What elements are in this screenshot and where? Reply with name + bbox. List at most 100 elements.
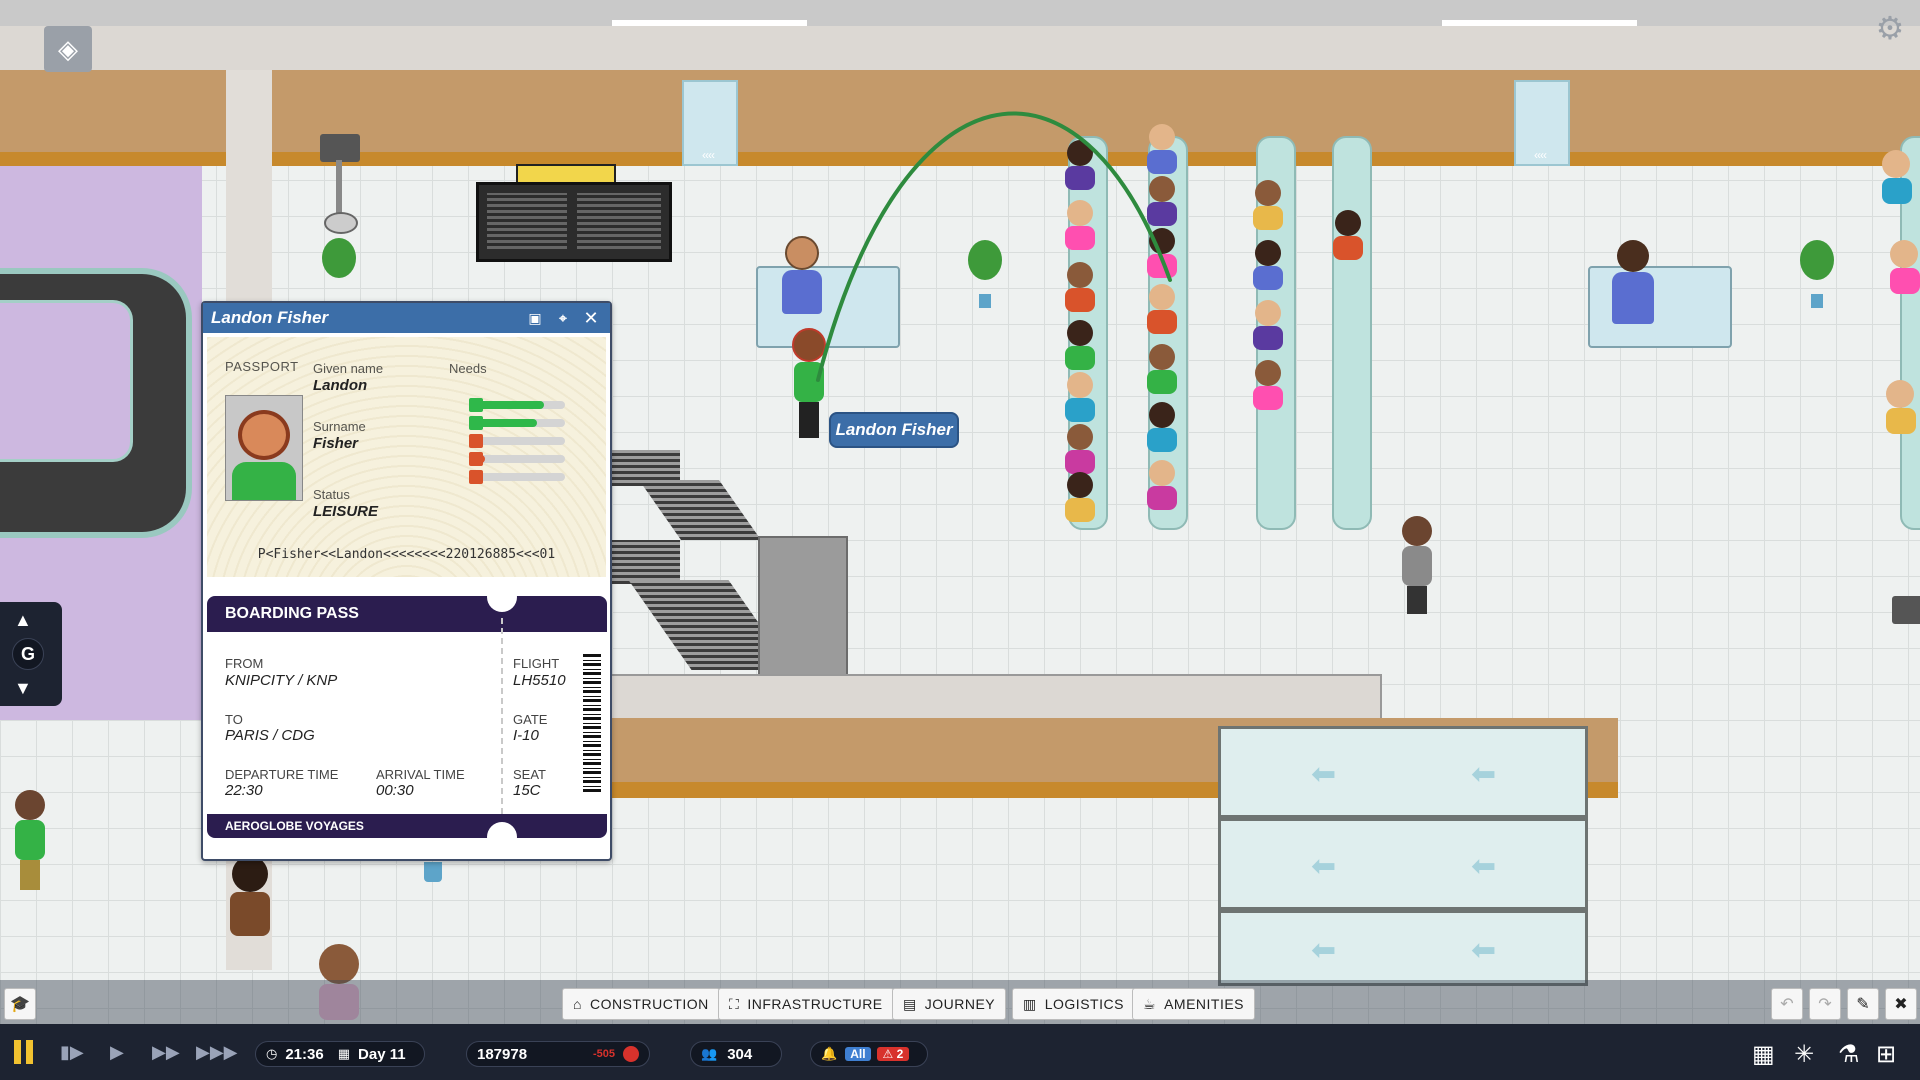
clock-pill[interactable]: ◷ 21:36 ▦ Day 11 xyxy=(255,1041,425,1067)
airline-name: AEROGLOBE VOYAGES xyxy=(207,814,607,838)
calendar-icon: ▦ xyxy=(337,1046,351,1061)
arrival-value: 00:30 xyxy=(376,782,414,799)
play-speed-2-icon[interactable]: ▶▶ xyxy=(152,1042,180,1063)
moving-walkway[interactable]: ⬅ ⬅ xyxy=(1218,818,1588,910)
floor-selector: ▲ G ▼ xyxy=(0,602,62,706)
need-icon xyxy=(469,452,483,466)
need-bar xyxy=(469,398,565,412)
category-button-amenities[interactable]: ☕ AMENITIES xyxy=(1132,988,1256,1020)
moving-walkway[interactable]: ⬅ ⬅ xyxy=(1218,910,1588,986)
category-label: LOGISTICS xyxy=(1044,996,1124,1012)
ticket-notch xyxy=(487,582,517,612)
given-name-label: Given name xyxy=(313,361,384,376)
notification-filter[interactable]: All xyxy=(845,1047,871,1061)
play-speed-3-icon[interactable]: ▶▶▶ xyxy=(196,1042,238,1063)
passport-label: PASSPORT xyxy=(225,359,299,374)
crane-icon: ⌂ xyxy=(573,996,582,1012)
demolish-icon[interactable]: ✖ xyxy=(1885,988,1917,1020)
category-label: INFRASTRUCTURE xyxy=(747,996,883,1012)
stairs[interactable] xyxy=(610,540,680,584)
current-floor-label[interactable]: G xyxy=(12,638,44,670)
passengers-pill[interactable]: 👥 304 xyxy=(690,1041,782,1067)
money-delta: -505 xyxy=(592,1048,615,1060)
passenger-name-tag[interactable]: Landon Fisher xyxy=(829,412,959,448)
need-bar xyxy=(469,452,565,466)
departure-label: DEPARTURE TIME xyxy=(225,767,339,782)
passport-photo xyxy=(225,395,303,501)
flight-label: FLIGHT xyxy=(513,656,560,671)
passenger-info-panel: Landon Fisher ▣ ⌖ ✕ PASSPORT Given name … xyxy=(201,301,612,861)
category-button-logistics[interactable]: ▥ LOGISTICS xyxy=(1012,988,1135,1020)
redo-icon[interactable]: ↷ xyxy=(1809,988,1841,1020)
category-label: JOURNEY xyxy=(924,996,996,1012)
stair-landing xyxy=(758,536,848,676)
category-label: AMENITIES xyxy=(1164,996,1245,1012)
passenger-count: 304 xyxy=(727,1045,753,1063)
from-value: KNIPCITY / KNP xyxy=(225,672,338,689)
flight-value: LH5510 xyxy=(513,672,566,689)
need-bar xyxy=(469,416,565,430)
barcode-icon xyxy=(583,652,601,792)
close-icon[interactable]: ✕ xyxy=(580,307,602,329)
alert-count-badge[interactable]: ⚠ 2 xyxy=(876,1047,910,1061)
play-speed-1-icon[interactable]: ▶ xyxy=(110,1042,124,1063)
to-label: TO xyxy=(225,712,243,727)
eyedropper-icon[interactable]: ✎ xyxy=(1847,988,1879,1020)
undo-icon[interactable]: ↶ xyxy=(1771,988,1803,1020)
luggage-icon: ▥ xyxy=(1023,995,1037,1012)
layers-icon[interactable]: ◈ xyxy=(44,26,92,72)
alert-count: 2 xyxy=(896,1047,904,1061)
notifications-pill[interactable]: 🔔 All ⚠ 2 xyxy=(810,1041,928,1067)
settings-gear-icon[interactable]: ⚙ xyxy=(1872,10,1908,46)
money-value: 187978 xyxy=(477,1045,528,1063)
need-icon xyxy=(469,416,483,430)
seat-label: SEAT xyxy=(513,767,546,782)
need-icon xyxy=(469,398,483,412)
need-bar xyxy=(469,470,565,484)
floor-down-icon[interactable]: ▼ xyxy=(14,678,32,699)
category-button-infrastructure[interactable]: ⛶ INFRASTRUCTURE xyxy=(718,988,894,1020)
arrival-label: ARRIVAL TIME xyxy=(376,767,465,782)
ticket-icon: ▤ xyxy=(903,995,917,1012)
bell-icon: 🔔 xyxy=(821,1046,838,1061)
surname-value: Fisher xyxy=(313,435,359,452)
follow-camera-icon[interactable]: ▣ xyxy=(524,307,546,329)
clock-icon: ◷ xyxy=(266,1046,278,1061)
boarding-pass-card: BOARDING PASS FROM KNIPCITY / KNP TO PAR… xyxy=(207,582,607,852)
floor-up-icon[interactable]: ▲ xyxy=(14,610,32,631)
category-label: CONSTRUCTION xyxy=(589,996,709,1012)
boarding-pass-title: BOARDING PASS xyxy=(207,596,607,632)
coffee-icon: ☕ xyxy=(1143,995,1157,1012)
seat-value: 15C xyxy=(513,782,541,799)
people-icon: 👥 xyxy=(701,1046,718,1061)
ticket-notch xyxy=(487,822,517,852)
status-label: Status xyxy=(313,487,350,502)
category-button-journey[interactable]: ▤ JOURNEY xyxy=(892,988,1007,1020)
game-day: Day 11 xyxy=(358,1045,406,1063)
tutorial-cap-icon[interactable]: 🎓 xyxy=(4,988,36,1020)
to-value: PARIS / CDG xyxy=(225,727,315,744)
calendar-schedule-icon[interactable]: ▦ xyxy=(1752,1040,1775,1069)
dashboard-grid-icon[interactable]: ⊞ xyxy=(1876,1040,1896,1069)
moving-walkway[interactable]: ⬅ ⬅ xyxy=(1218,726,1588,818)
panel-header: Landon Fisher ▣ ⌖ ✕ xyxy=(203,303,610,333)
needs-label: Needs xyxy=(449,361,487,376)
locate-pin-icon[interactable]: ⌖ xyxy=(552,307,574,329)
need-bar xyxy=(469,434,565,448)
road-icon: ⛶ xyxy=(729,995,740,1012)
category-button-construction[interactable]: ⌂ CONSTRUCTION xyxy=(562,988,720,1020)
ticket-perforation xyxy=(501,618,503,814)
research-flask-icon[interactable]: ⚗ xyxy=(1838,1040,1860,1069)
passport-card: PASSPORT Given name Landon Surname Fishe… xyxy=(207,337,606,577)
network-icon[interactable]: ✳ xyxy=(1794,1040,1814,1069)
money-pill[interactable]: 187978 -505 xyxy=(466,1041,650,1067)
departure-value: 22:30 xyxy=(225,782,263,799)
counter-top xyxy=(608,674,1382,722)
step-icon[interactable]: ▮▶ xyxy=(60,1042,84,1063)
status-value: LEISURE xyxy=(313,503,379,520)
gate-value: I-10 xyxy=(513,727,539,744)
panel-title: Landon Fisher xyxy=(211,308,329,327)
need-icon xyxy=(469,434,483,448)
gate-label: GATE xyxy=(513,712,548,727)
pause-icon[interactable] xyxy=(14,1040,38,1066)
